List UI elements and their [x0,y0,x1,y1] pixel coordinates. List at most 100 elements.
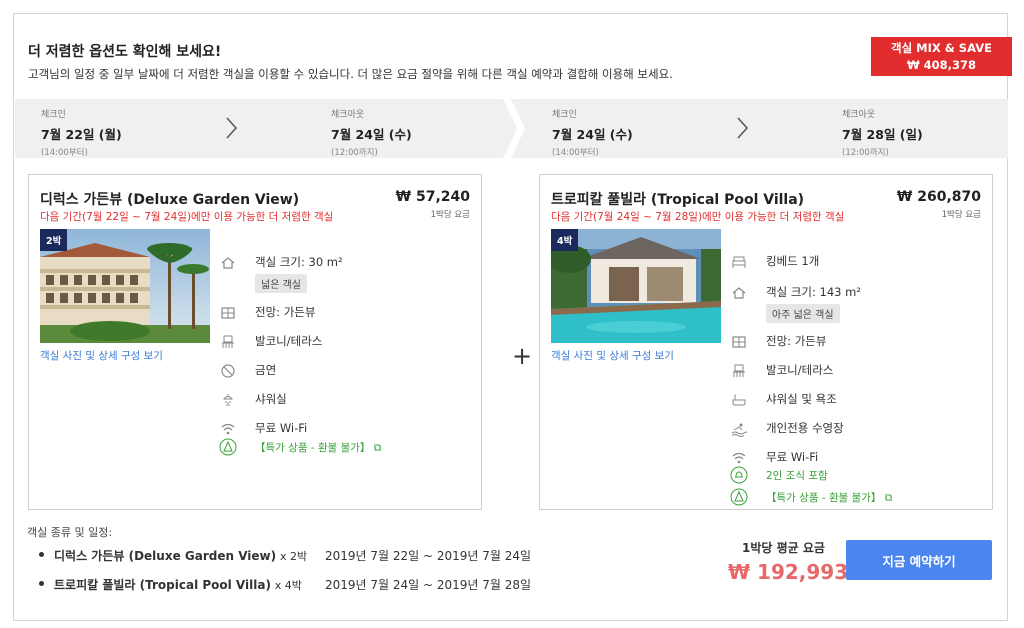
feature-wifi: 무료 Wi-Fi [730,450,818,466]
window-icon [730,334,748,350]
pool-icon [730,421,748,437]
room-photo[interactable]: 2박 [40,229,210,343]
nights-badge: 4박 [551,229,579,251]
breakfast-icon [730,466,748,484]
balcony-text: 발코니/테라스 [255,334,323,348]
feature-shower: 샤워실 [219,392,287,408]
bullet [39,581,44,586]
external-link-icon[interactable]: ⧉ [374,442,382,454]
feature-bath: 샤워실 및 욕조 [730,392,837,408]
summary-nights: x 2박 [279,550,308,563]
mix-save-panel: 더 저렴한 옵션도 확인해 보세요! 고객님의 일정 중 일부 날짜에 더 저렴… [13,13,1012,621]
checkout-label: 체크아웃 [842,110,876,120]
per-night-label: 1박당 요금 [941,210,981,220]
breakfast-text: 2인 조식 포함 [766,470,828,482]
mix-save-button[interactable]: 객실 MIX & SAVE ₩ 408,378 [871,37,1012,76]
feature-room-size: 객실 크기: 143 m² 아주 넓은 객실 [730,285,861,323]
room-name: 디럭스 가든뷰 (Deluxe Garden View) [40,192,300,208]
house-icon [730,285,748,301]
feature-view: 전망: 가든뷰 [219,305,315,321]
external-link-icon[interactable]: ⧉ [885,492,893,504]
feature-bed: 킹베드 1개 [730,254,819,270]
nosmoking-text: 금연 [255,363,277,377]
book-now-button[interactable]: 지금 예약하기 [846,540,992,580]
checkout-label: 체크아웃 [331,110,365,120]
checkout-date: 7월 28일 (일) [842,127,923,142]
avg-price-label: 1박당 평균 요금 [742,541,825,555]
room-card-deluxe: 디럭스 가든뷰 (Deluxe Garden View) ₩ 57,240 1박… [28,174,482,510]
room-size-tag: 아주 넓은 객실 [766,304,840,323]
summary-item: 트로피칼 풀빌라 (Tropical Pool Villa) x 4박 [39,576,302,593]
room-photo[interactable]: 4박 [551,229,721,343]
shower-text: 샤워실 [255,392,287,406]
pool-text: 개인전용 수영장 [766,421,844,435]
checkin-time: (14:00부터) [552,148,599,158]
no-smoking-icon [219,363,237,379]
availability-note: 다음 기간(7월 24일 ~ 7월 28일)에만 이용 가능한 더 저렴한 객실 [551,211,845,223]
avg-price: ₩ 192,993 [728,560,849,584]
room-detail-link[interactable]: 객실 사진 및 상세 구성 보기 [40,348,163,363]
plus-sign: + [512,342,533,370]
checkout-1: 체크아웃 7월 24일 (수) (12:00까지) [331,107,412,158]
window-icon [219,305,237,321]
panel-subtitle: 고객님의 일정 중 일부 날짜에 더 저렴한 객실을 이용할 수 있습니다. 더… [28,67,673,81]
balcony-icon [219,334,237,350]
per-night-label: 1박당 요금 [430,210,470,220]
feature-balcony: 발코니/테라스 [730,363,833,379]
bathtub-icon [730,392,748,408]
balcony-text: 발코니/테라스 [766,363,834,377]
room-size-text: 객실 크기: 30 m² [255,255,343,269]
promo-text: 【특가 상품 - 환불 불가】 [255,442,371,454]
view-text: 전망: 가든뷰 [766,334,827,348]
feature-breakfast: 2인 조식 포함 [730,466,828,484]
summary-title: 객실 종류 및 일정: [27,526,113,539]
summary-dates: 2019년 7월 24일 ~ 2019년 7월 28일 [325,578,532,592]
bed-text: 킹베드 1개 [766,254,820,268]
checkin-date: 7월 24일 (수) [552,127,633,142]
bed-icon [730,254,748,270]
room-name: 트로피칼 풀빌라 (Tropical Pool Villa) [551,192,805,208]
checkin-label: 체크인 [552,110,577,120]
summary-room-name: 디럭스 가든뷰 (Deluxe Garden View) [54,549,277,563]
room-size-tag: 넓은 객실 [255,274,307,293]
panel-title: 더 저렴한 옵션도 확인해 보세요! [28,44,222,60]
chevron-right-icon [737,117,749,139]
mix-save-price: ₩ 408,378 [906,58,977,72]
room-price: ₩ 57,240 [395,189,470,205]
chevron-right-icon [226,117,238,139]
room-detail-link[interactable]: 객실 사진 및 상세 구성 보기 [551,348,674,363]
checkout-2: 체크아웃 7월 28일 (일) (12:00까지) [842,107,923,158]
view-text: 전망: 가든뷰 [255,305,316,319]
room-size-text: 객실 크기: 143 m² [766,285,861,299]
summary-dates: 2019년 7월 22일 ~ 2019년 7월 24일 [325,549,532,563]
availability-note: 다음 기간(7월 22일 ~ 7월 24일)에만 이용 가능한 더 저렴한 객실 [40,211,334,223]
checkin-label: 체크인 [41,110,66,120]
segment-divider-arrow [503,99,525,158]
feature-promo: 【특가 상품 - 환불 불가】 ⧉ [219,438,382,456]
bath-text: 샤워실 및 욕조 [766,392,837,406]
feature-nosmoking: 금연 [219,363,276,379]
feature-pool: 개인전용 수영장 [730,421,844,437]
wifi-icon [219,421,237,437]
promo-icon [219,438,237,456]
date-strip: 체크인 7월 22일 (월) (14:00부터) 체크아웃 7월 24일 (수)… [15,99,1008,158]
checkin-date: 7월 22일 (월) [41,127,122,142]
balcony-icon [730,363,748,379]
nights-badge: 2박 [40,229,68,251]
room-price: ₩ 260,870 [896,189,981,205]
room-card-pool-villa: 트로피칼 풀빌라 (Tropical Pool Villa) ₩ 260,870… [539,174,993,510]
checkout-time: (12:00까지) [331,148,378,158]
feature-promo: 【특가 상품 - 환불 불가】 ⧉ [730,488,893,506]
feature-wifi: 무료 Wi-Fi [219,421,307,437]
summary-item: 디럭스 가든뷰 (Deluxe Garden View) x 2박 [39,547,307,564]
checkin-time: (14:00부터) [41,148,88,158]
promo-text: 【특가 상품 - 환불 불가】 [766,492,882,504]
feature-room-size: 객실 크기: 30 m² 넓은 객실 [219,255,343,293]
checkout-time: (12:00까지) [842,148,889,158]
wifi-text: 무료 Wi-Fi [766,450,819,464]
summary-nights: x 4박 [274,579,302,592]
shower-icon [219,392,237,408]
checkout-date: 7월 24일 (수) [331,127,412,142]
wifi-text: 무료 Wi-Fi [255,421,308,435]
checkin-2: 체크인 7월 24일 (수) (14:00부터) [552,107,633,158]
